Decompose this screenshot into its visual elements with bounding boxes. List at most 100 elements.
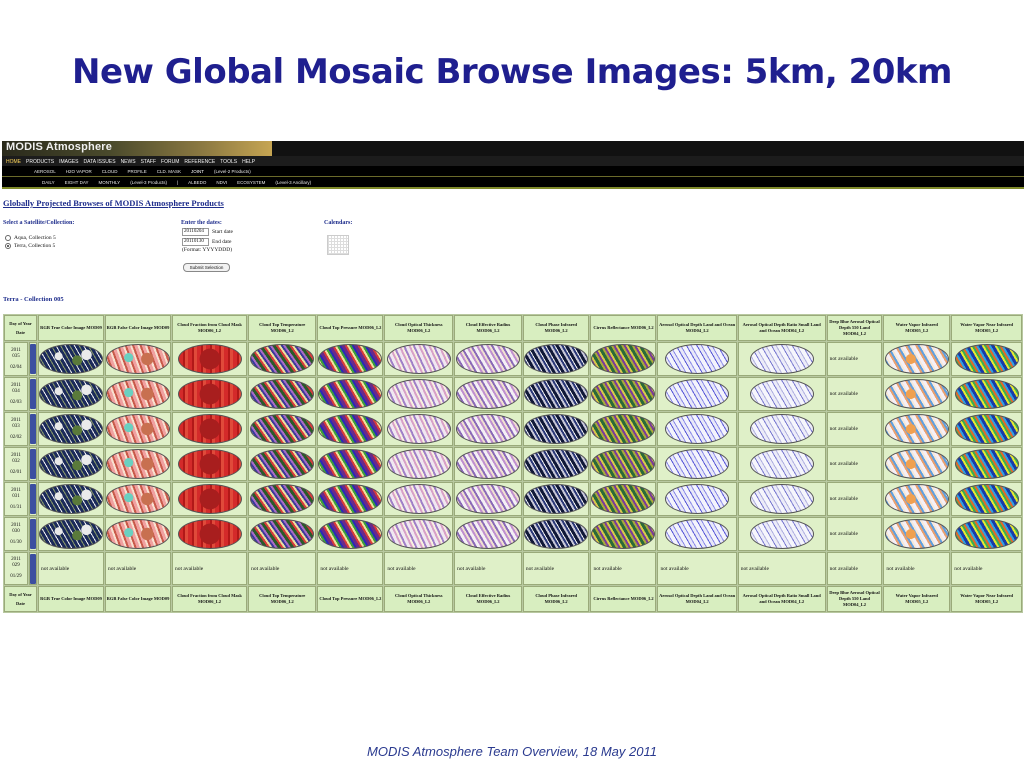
- sub-nav-item[interactable]: PROFILE: [127, 169, 146, 174]
- radio-aqua-button[interactable]: [5, 235, 11, 241]
- main-nav-item[interactable]: STAFF: [141, 159, 156, 165]
- global-mosaic-thumbnail[interactable]: [318, 449, 383, 479]
- main-nav-item[interactable]: REFERENCE: [184, 159, 215, 165]
- global-mosaic-thumbnail[interactable]: [954, 344, 1019, 374]
- global-mosaic-thumbnail[interactable]: [749, 519, 814, 549]
- global-mosaic-thumbnail[interactable]: [106, 344, 170, 374]
- sub-nav-item[interactable]: H2O VAPOR: [66, 169, 92, 174]
- global-mosaic-thumbnail[interactable]: [177, 484, 242, 514]
- global-mosaic-thumbnail[interactable]: [39, 344, 103, 374]
- global-mosaic-thumbnail[interactable]: [749, 449, 814, 479]
- global-mosaic-thumbnail[interactable]: [665, 484, 730, 514]
- global-mosaic-thumbnail[interactable]: [884, 519, 949, 549]
- global-mosaic-thumbnail[interactable]: [386, 414, 451, 444]
- radio-terra[interactable]: Terra, Collection 5: [5, 243, 55, 249]
- global-mosaic-thumbnail[interactable]: [39, 414, 103, 444]
- global-mosaic-thumbnail[interactable]: [386, 519, 451, 549]
- calendar-icon[interactable]: [327, 235, 349, 255]
- sub-nav-item[interactable]: DAILY: [42, 180, 55, 185]
- global-mosaic-thumbnail[interactable]: [524, 484, 589, 514]
- orbit-link-icon[interactable]: [30, 379, 36, 409]
- main-nav-item[interactable]: HOME: [6, 159, 21, 165]
- global-mosaic-thumbnail[interactable]: [524, 519, 589, 549]
- global-mosaic-thumbnail[interactable]: [177, 414, 242, 444]
- global-mosaic-thumbnail[interactable]: [39, 484, 103, 514]
- global-mosaic-thumbnail[interactable]: [39, 379, 103, 409]
- global-mosaic-thumbnail[interactable]: [524, 449, 589, 479]
- global-mosaic-thumbnail[interactable]: [250, 484, 315, 514]
- global-mosaic-thumbnail[interactable]: [591, 414, 656, 444]
- global-mosaic-thumbnail[interactable]: [884, 449, 949, 479]
- orbit-link-icon[interactable]: [30, 414, 36, 444]
- global-mosaic-thumbnail[interactable]: [386, 379, 451, 409]
- global-mosaic-thumbnail[interactable]: [884, 344, 949, 374]
- main-nav-item[interactable]: PRODUCTS: [26, 159, 54, 165]
- orbit-link-icon[interactable]: [30, 519, 36, 549]
- sub-nav-item[interactable]: CLD. MASK: [157, 169, 181, 174]
- sub-nav-item[interactable]: MONTHLY: [99, 180, 121, 185]
- global-mosaic-thumbnail[interactable]: [665, 449, 730, 479]
- global-mosaic-thumbnail[interactable]: [177, 449, 242, 479]
- global-mosaic-thumbnail[interactable]: [318, 414, 383, 444]
- global-mosaic-thumbnail[interactable]: [591, 484, 656, 514]
- global-mosaic-thumbnail[interactable]: [665, 379, 730, 409]
- global-mosaic-thumbnail[interactable]: [749, 414, 814, 444]
- global-mosaic-thumbnail[interactable]: [386, 484, 451, 514]
- global-mosaic-thumbnail[interactable]: [591, 449, 656, 479]
- global-mosaic-thumbnail[interactable]: [524, 379, 589, 409]
- global-mosaic-thumbnail[interactable]: [954, 484, 1019, 514]
- global-mosaic-thumbnail[interactable]: [318, 484, 383, 514]
- global-mosaic-thumbnail[interactable]: [455, 449, 520, 479]
- start-date-input[interactable]: 20110204: [182, 228, 209, 236]
- global-mosaic-thumbnail[interactable]: [318, 519, 383, 549]
- orbit-link-icon[interactable]: [30, 449, 36, 479]
- global-mosaic-thumbnail[interactable]: [177, 344, 242, 374]
- submit-selection-button[interactable]: Submit Selection: [183, 263, 230, 272]
- sub-nav-item[interactable]: JOINT: [191, 169, 204, 174]
- global-mosaic-thumbnail[interactable]: [524, 344, 589, 374]
- global-mosaic-thumbnail[interactable]: [884, 484, 949, 514]
- global-mosaic-thumbnail[interactable]: [39, 519, 103, 549]
- global-mosaic-thumbnail[interactable]: [39, 449, 103, 479]
- global-mosaic-thumbnail[interactable]: [318, 344, 383, 374]
- orbit-link-icon[interactable]: [30, 484, 36, 514]
- main-nav-item[interactable]: FORUM: [161, 159, 179, 165]
- sub-nav-item[interactable]: AEROSOL: [34, 169, 56, 174]
- radio-terra-button[interactable]: [5, 243, 11, 249]
- global-mosaic-thumbnail[interactable]: [954, 449, 1019, 479]
- global-mosaic-thumbnail[interactable]: [524, 414, 589, 444]
- global-mosaic-thumbnail[interactable]: [455, 379, 520, 409]
- global-mosaic-thumbnail[interactable]: [591, 344, 656, 374]
- main-nav-item[interactable]: IMAGES: [59, 159, 78, 165]
- global-mosaic-thumbnail[interactable]: [954, 414, 1019, 444]
- main-nav-item[interactable]: NEWS: [121, 159, 136, 165]
- main-nav-item[interactable]: DATA ISSUES: [84, 159, 116, 165]
- global-mosaic-thumbnail[interactable]: [749, 344, 814, 374]
- global-mosaic-thumbnail[interactable]: [318, 379, 383, 409]
- global-mosaic-thumbnail[interactable]: [106, 484, 170, 514]
- sub-nav-item[interactable]: ECOSYSTEM: [237, 180, 265, 185]
- global-mosaic-thumbnail[interactable]: [455, 484, 520, 514]
- orbit-link-icon[interactable]: [30, 553, 36, 584]
- global-mosaic-thumbnail[interactable]: [591, 379, 656, 409]
- global-mosaic-thumbnail[interactable]: [106, 449, 170, 479]
- main-nav-item[interactable]: TOOLS: [220, 159, 237, 165]
- global-mosaic-thumbnail[interactable]: [749, 379, 814, 409]
- global-mosaic-thumbnail[interactable]: [177, 519, 242, 549]
- global-mosaic-thumbnail[interactable]: [954, 379, 1019, 409]
- global-mosaic-thumbnail[interactable]: [884, 379, 949, 409]
- global-mosaic-thumbnail[interactable]: [665, 344, 730, 374]
- sub-nav-item[interactable]: EIGHT DAY: [65, 180, 89, 185]
- global-mosaic-thumbnail[interactable]: [386, 449, 451, 479]
- global-mosaic-thumbnail[interactable]: [106, 414, 170, 444]
- radio-aqua[interactable]: Aqua, Collection 5: [5, 235, 56, 241]
- global-mosaic-thumbnail[interactable]: [177, 379, 242, 409]
- sub-nav-item[interactable]: NDVI: [216, 180, 227, 185]
- global-mosaic-thumbnail[interactable]: [386, 344, 451, 374]
- global-mosaic-thumbnail[interactable]: [954, 519, 1019, 549]
- sub-nav-item[interactable]: ALBEDO: [188, 180, 206, 185]
- global-mosaic-thumbnail[interactable]: [749, 484, 814, 514]
- global-mosaic-thumbnail[interactable]: [106, 519, 170, 549]
- global-mosaic-thumbnail[interactable]: [250, 379, 315, 409]
- global-mosaic-thumbnail[interactable]: [665, 519, 730, 549]
